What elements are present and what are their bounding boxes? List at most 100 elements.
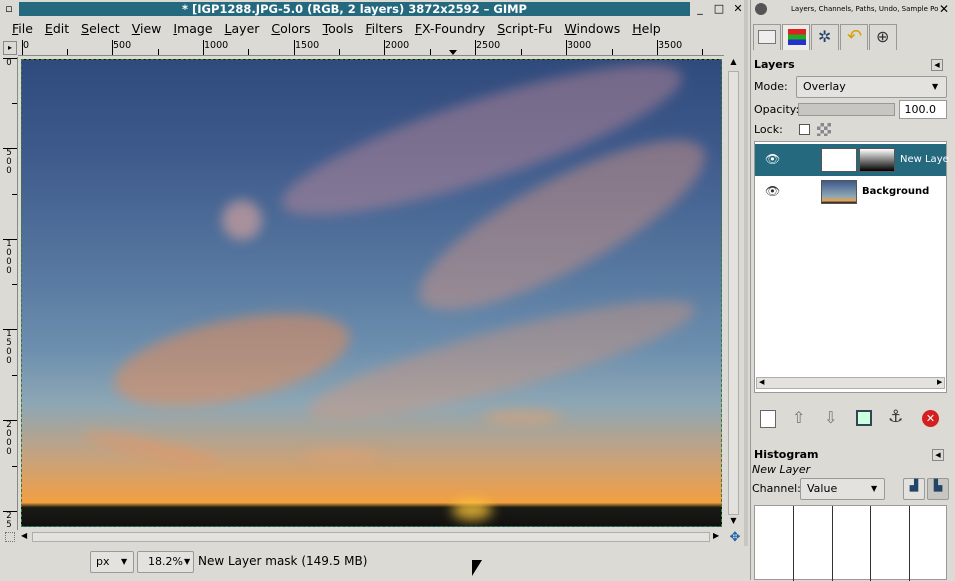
ruler-menu-icon[interactable]: ▸ [3,41,17,55]
menu-select[interactable]: Select [75,21,126,36]
menu-fx-foundry[interactable]: FX-Foundry [409,21,491,36]
mode-value: Overlay [803,80,846,93]
undo-icon: ↶ [847,26,863,47]
dock-title-bar: Layers, Channels, Paths, Undo, Sample Po… [751,0,955,18]
minimize-icon[interactable]: _ [693,2,707,16]
ruler-label: 2000 [385,40,410,51]
layers-icon [788,29,806,45]
maximize-icon[interactable]: □ [712,2,726,16]
ruler-label: 1 5 0 0 [6,329,12,366]
quick-mask-icon[interactable] [5,532,15,542]
status-message: New Layer mask (149.5 MB) [198,554,368,568]
gimp-logo-icon [755,3,767,15]
image-canvas[interactable] [21,59,722,527]
eye-icon[interactable]: 👁 [765,152,780,166]
zoom-select[interactable]: 18.2% ▼ [137,551,194,573]
layer-name[interactable]: Background [862,186,929,197]
ruler-label: 2500 [476,40,501,51]
chevron-down-icon: ▼ [184,557,191,566]
vertical-scrollbar[interactable]: ▲ ▼ [725,57,742,530]
chevron-down-icon: ▼ [871,484,878,493]
tab-layers[interactable] [782,24,810,50]
tab-images[interactable] [753,24,781,50]
scroll-up-icon[interactable]: ▲ [727,57,740,69]
anchor-layer-icon[interactable]: ⚓ [888,407,903,427]
mouse-cursor-icon [472,560,482,576]
linear-histogram-icon: ▟ [909,479,919,492]
scroll-left-icon[interactable]: ◀ [759,378,764,386]
scroll-right-icon[interactable]: ▶ [713,531,723,543]
raise-layer-icon[interactable]: ⇧ [792,408,805,427]
opacity-slider[interactable] [798,103,895,116]
ruler-label: 0 [6,58,12,68]
paths-icon: ✲ [818,27,832,46]
scroll-right-icon[interactable]: ▶ [937,378,942,386]
layer-thumbnail[interactable] [821,180,857,204]
pane-divider[interactable] [744,0,748,580]
canvas-area[interactable] [19,57,724,530]
lock-pixels-checkbox[interactable] [799,124,810,135]
menu-file[interactable]: File [6,21,39,36]
ruler-label: 0 [23,40,30,51]
unit-value: px [96,555,110,568]
new-layer-icon[interactable] [760,410,776,428]
linear-histogram-button[interactable]: ▟ [903,478,925,500]
menu-image[interactable]: Image [167,21,218,36]
layer-mask-thumbnail[interactable] [859,148,895,172]
status-bar: px ▼ 18.2% ▼ New Layer mask (149.5 MB) [0,546,748,580]
menu-windows[interactable]: Windows [558,21,626,36]
layers-list[interactable]: 👁 New Laye 👁 Background ◀ ▶ [754,141,949,393]
opacity-value: 100.0 [904,103,937,116]
menu-edit[interactable]: Edit [39,21,75,36]
scroll-thumb[interactable] [32,532,710,542]
pointer-marker-icon [449,50,457,55]
ruler-label: 500 [113,40,132,51]
scroll-down-icon[interactable]: ▼ [727,516,740,528]
tab-paths[interactable]: ✲ [811,24,839,50]
tab-sample-points[interactable]: ⊕ [869,24,897,50]
window-title: * [IGP1288.JPG-5.0 (RGB, 2 layers) 3872x… [19,2,690,16]
scroll-thumb[interactable] [728,71,739,515]
menu-view[interactable]: View [126,21,168,36]
lock-alpha-icon[interactable] [817,123,831,136]
duplicate-layer-icon[interactable] [856,410,872,426]
navigate-icon[interactable]: ✥ [728,531,742,545]
eye-icon[interactable]: 👁 [765,184,780,198]
mode-select[interactable]: Overlay ▼ [796,76,947,98]
opacity-input[interactable]: 100.0 [899,100,947,119]
layer-row-new-layer[interactable]: 👁 New Laye [755,144,949,176]
menu-script-fu[interactable]: Script-Fu [491,21,558,36]
menu-filters[interactable]: Filters [359,21,408,36]
vertical-ruler[interactable]: 0 5 0 0 1 0 0 0 1 5 0 0 2 0 0 0 2 5 [3,57,18,530]
layer-thumbnail[interactable] [821,148,857,172]
panel-menu-icon[interactable]: ◀ [931,59,943,71]
lower-layer-icon[interactable]: ⇩ [824,408,837,427]
scroll-left-icon[interactable]: ◀ [21,531,31,543]
layers-hscrollbar[interactable]: ◀ ▶ [756,377,945,389]
menu-help[interactable]: Help [626,21,667,36]
close-icon[interactable]: ✕ [731,2,745,16]
window-menu-icon[interactable]: ▫ [2,2,16,16]
horizontal-ruler[interactable]: 0 500 1000 1500 2000 2500 3000 3500 [18,40,724,56]
horizontal-scrollbar[interactable]: ◀ ▶ [18,531,724,544]
layer-row-background[interactable]: 👁 Background [755,176,946,208]
mode-label: Mode: [754,80,788,93]
opacity-label: Opacity: [754,103,800,116]
dock-close-icon[interactable]: ✕ [939,0,949,18]
menu-colors[interactable]: Colors [265,21,316,36]
layer-name[interactable]: New Laye [900,154,949,165]
chevron-down-icon: ▼ [121,557,128,566]
histogram-view[interactable] [754,505,947,581]
menu-layer[interactable]: Layer [219,21,266,36]
log-histogram-button[interactable]: ▙ [927,478,949,500]
channel-select[interactable]: Value ▼ [800,478,885,500]
menu-tools[interactable]: Tools [317,21,360,36]
histogram-menu-icon[interactable]: ◀ [932,449,944,461]
unit-select[interactable]: px ▼ [90,551,134,573]
chevron-down-icon: ▼ [932,82,939,91]
title-bar: ▫ * [IGP1288.JPG-5.0 (RGB, 2 layers) 387… [0,0,748,18]
tab-undo[interactable]: ↶ [840,24,868,50]
ruler-label: 1000 [204,40,229,51]
lock-label: Lock: [754,123,783,136]
delete-layer-icon[interactable]: ✕ [922,410,939,427]
